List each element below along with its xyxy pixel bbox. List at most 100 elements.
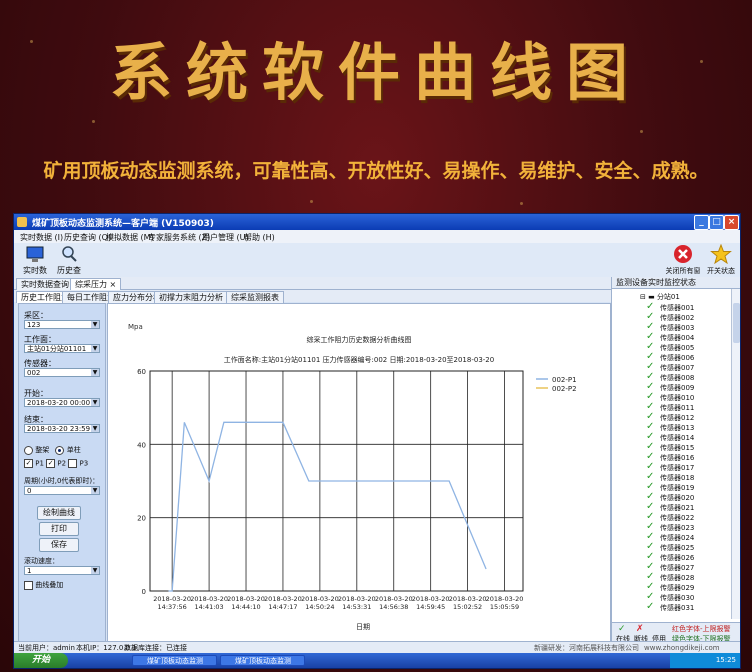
sensor-label: 传感器014 <box>660 434 695 442</box>
sensor-item[interactable]: ✓ 传感器019 <box>646 482 695 493</box>
sensor-label: 传感器019 <box>660 484 695 492</box>
magnifier-icon <box>62 246 77 262</box>
sensor-list-scrollbar[interactable] <box>731 289 740 619</box>
sensor-label: 传感器030 <box>660 594 695 602</box>
menu-realtime[interactable]: 实时数据 (I) <box>20 232 63 243</box>
sensor-item[interactable]: ✓ 传感器016 <box>646 452 694 463</box>
check-p3[interactable] <box>68 459 78 468</box>
radio-whole[interactable] <box>24 445 33 455</box>
sensor-select[interactable]: 002 ▼ <box>24 368 100 377</box>
face-select[interactable]: 主站01分站01101 ▼ <box>24 344 100 353</box>
x-tick-date: 2018-03-20 <box>301 595 339 603</box>
sensor-item[interactable]: ✓ 传感器005 <box>646 342 695 353</box>
switch-status-button[interactable]: 开关状态 <box>704 243 738 276</box>
sensor-item[interactable]: ✓ 传感器014 <box>646 432 695 443</box>
start-value: 2018-03-20 00:00 <box>27 399 91 407</box>
area-value: 123 <box>27 321 41 329</box>
check-p2[interactable]: ✓ <box>46 459 56 468</box>
menu-simulation[interactable]: 模拟数据 (M) <box>106 232 154 243</box>
tab-close-icon[interactable]: × <box>110 280 117 289</box>
sensor-item[interactable]: ✓ 传感器013 <box>646 422 695 433</box>
dropdown-arrow-icon: ▼ <box>91 487 99 494</box>
sensor-item[interactable]: ✓ 传感器002 <box>646 312 695 323</box>
sensor-item[interactable]: ✓ 传感器009 <box>646 382 694 393</box>
sensor-item[interactable]: ✓ 传感器006 <box>646 352 694 363</box>
start-button[interactable]: 开始 <box>14 653 68 668</box>
sensor-item[interactable]: ✓ 传感器021 <box>646 502 694 513</box>
sensor-item[interactable]: ✓ 传感器030 <box>646 592 695 603</box>
check-p1-label: P1 <box>35 459 44 468</box>
sensor-item[interactable]: ✓ 传感器007 <box>646 362 694 373</box>
scroll-speed-select[interactable]: 1 ▼ <box>24 566 100 575</box>
check-p3-label: P3 <box>79 459 89 468</box>
period-select[interactable]: 0 ▼ <box>24 486 100 495</box>
sensor-item[interactable]: ✓ 传感器018 <box>646 472 695 483</box>
sensor-label: 传感器005 <box>660 344 695 352</box>
tab-realtime-query[interactable]: 实时数据查询 <box>16 278 74 290</box>
sensor-label: 传感器022 <box>660 514 695 522</box>
menu-users[interactable]: 用户管理 (U) <box>202 232 249 243</box>
chart-subtitle: 工作面名称:主站01分站01101 压力传感器编号:002 日期:2018-03… <box>224 355 494 364</box>
sensor-label: 传感器018 <box>660 474 695 482</box>
sensor-item[interactable]: ✓ 传感器004 <box>646 332 694 343</box>
sensor-item[interactable]: ✓ 传感器022 <box>646 512 695 523</box>
offline-icon: ✗ <box>636 624 644 634</box>
sensor-item[interactable]: ✓ 传感器026 <box>646 552 694 563</box>
station-label: 分站01 <box>656 293 680 301</box>
sensor-label: 传感器027 <box>660 564 695 572</box>
toolbar: 实时数据 历史查询 关闭所有窗口 开关状态 <box>14 243 740 286</box>
draw-curve-button[interactable]: 绘制曲线 <box>37 506 81 520</box>
area-select[interactable]: 123 ▼ <box>24 320 100 329</box>
sensor-item[interactable]: ✓ 传感器024 <box>646 532 694 543</box>
sensor-item[interactable]: ✓ 传感器008 <box>646 372 694 383</box>
sensor-item[interactable]: ✓ 传感器001 <box>646 302 694 313</box>
maximize-icon[interactable]: □ <box>709 215 724 230</box>
history-button[interactable]: 历史查询 <box>54 244 84 286</box>
subtab-report[interactable]: 综采监测报表 <box>226 291 284 303</box>
end-datetime[interactable]: 2018-03-20 23:59 ▼ <box>24 424 100 433</box>
sensor-item[interactable]: ✓ 传感器025 <box>646 542 694 553</box>
x-axis-label: 日期 <box>356 623 370 631</box>
overlay-checkbox[interactable] <box>24 580 33 590</box>
sensor-item[interactable]: ✓ 传感器028 <box>646 572 694 583</box>
taskbar-item[interactable]: 煤矿顶板动态监测 <box>132 655 217 666</box>
check-p1[interactable]: ✓ <box>24 459 33 468</box>
close-all-button[interactable]: 关闭所有窗口 <box>664 244 702 285</box>
radio-single[interactable] <box>55 445 65 455</box>
stop-icon <box>674 245 692 263</box>
sensor-item[interactable]: ✓ 传感器010 <box>646 392 694 403</box>
save-button[interactable]: 保存 <box>39 538 79 552</box>
sensor-item[interactable]: ✓ 传感器017 <box>646 462 694 473</box>
sensor-item[interactable]: ✓ 传感器029 <box>646 582 694 593</box>
period-label: 周期(小时,0代表即时)： <box>24 477 100 485</box>
series-line-002-P1 <box>168 421 487 592</box>
sensor-label: 传感器013 <box>660 424 695 432</box>
sensor-item[interactable]: ✓ 传感器031 <box>646 602 694 613</box>
menu-history[interactable]: 历史查询 (Q) <box>64 232 111 243</box>
sensor-item[interactable]: ✓ 传感器020 <box>646 492 694 503</box>
x-tick-time: 14:53:31 <box>342 603 371 611</box>
sensor-item[interactable]: ✓ 传感器015 <box>646 442 694 453</box>
sensor-item[interactable]: ✓ 传感器003 <box>646 322 694 333</box>
start-datetime[interactable]: 2018-03-20 00:00 ▼ <box>24 398 100 407</box>
sensor-item[interactable]: ✓ 传感器011 <box>646 402 694 413</box>
tab-fully-mechanized[interactable]: 综采压力 × <box>70 278 122 290</box>
menu-help[interactable]: 帮助 (H) <box>244 232 275 243</box>
sensor-item[interactable]: ✓ 传感器027 <box>646 562 695 573</box>
minimize-icon[interactable]: _ <box>694 215 709 230</box>
taskbar-item[interactable]: 煤矿顶板动态监测 <box>220 655 305 666</box>
print-button[interactable]: 打印 <box>39 522 79 536</box>
star-icon <box>710 243 732 265</box>
x-tick-date: 2018-03-20 <box>375 595 413 603</box>
menu-expert[interactable]: 专家服务系统 (Z) <box>148 232 210 243</box>
subtab-setting-load[interactable]: 初撑力末阻力分析 <box>154 291 228 303</box>
x-tick-date: 2018-03-20 <box>338 595 376 603</box>
online-check-icon: ✓ <box>646 601 655 612</box>
scrollbar-thumb[interactable] <box>733 303 740 343</box>
x-tick-time: 14:47:17 <box>268 603 297 611</box>
realtime-button[interactable]: 实时数据 <box>20 244 50 286</box>
sensor-item[interactable]: ✓ 传感器023 <box>646 522 694 533</box>
sensor-label: 传感器002 <box>660 314 695 322</box>
sensor-item[interactable]: ✓ 传感器012 <box>646 412 694 423</box>
close-icon[interactable]: × <box>724 215 739 230</box>
